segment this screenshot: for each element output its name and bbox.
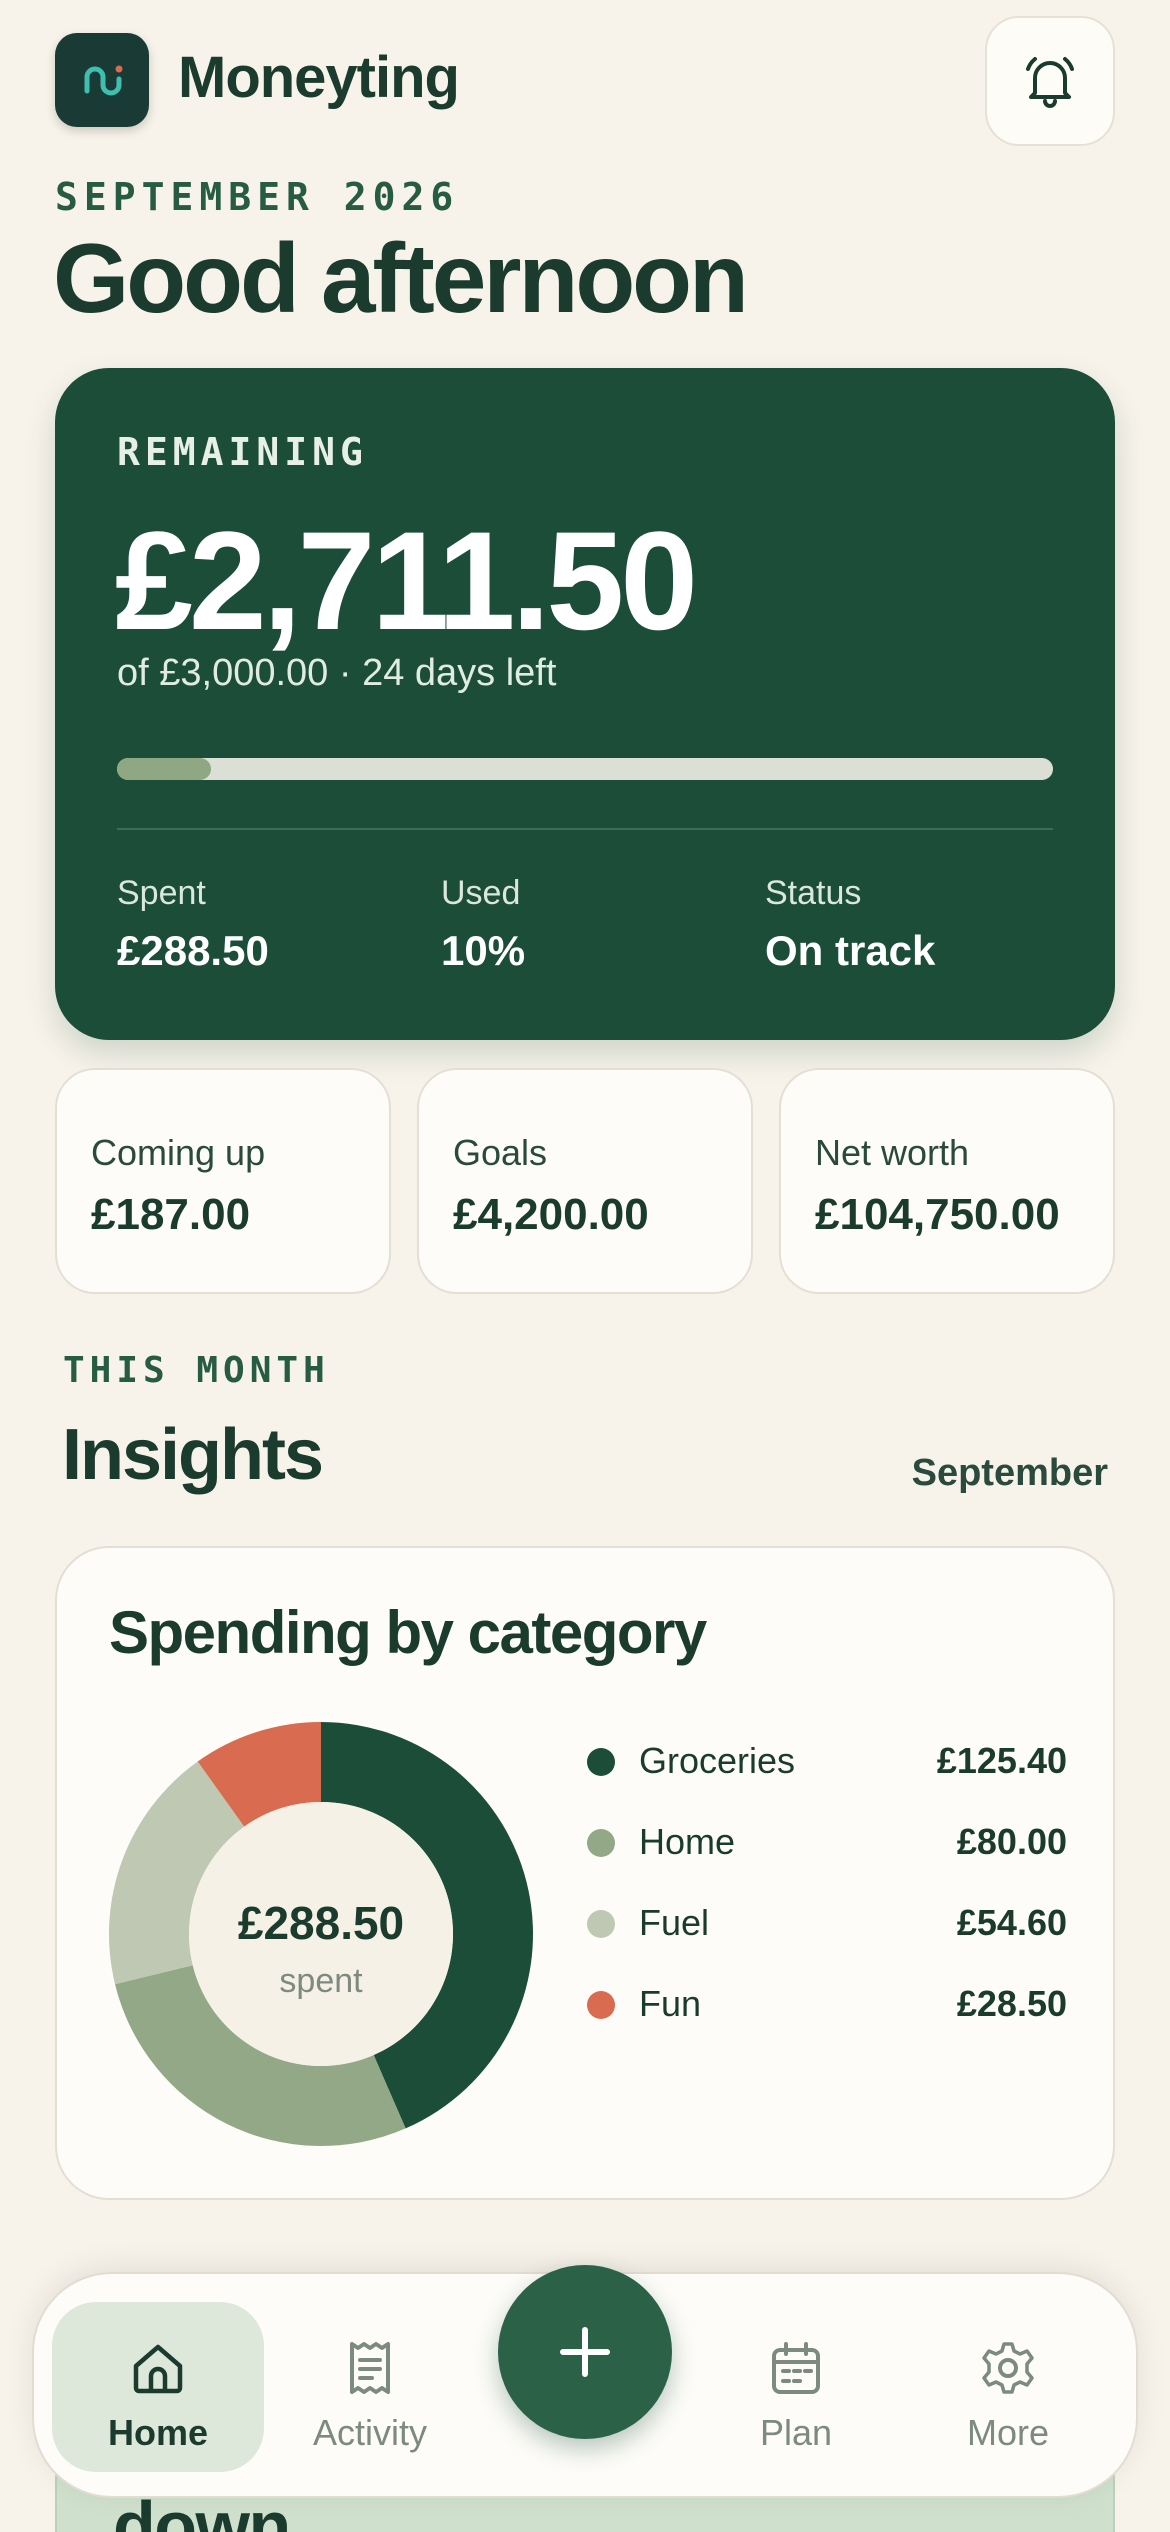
tab-plan[interactable]: Plan: [690, 2302, 902, 2472]
legend-amount: £28.50: [956, 1983, 1067, 2024]
budget-progress-bar: [117, 758, 1053, 780]
remaining-label: REMAINING: [117, 430, 368, 474]
tab-label: Plan: [759, 2412, 833, 2453]
goals-card[interactable]: Goals £4,200.00: [417, 1068, 753, 1294]
legend-dot: [587, 1748, 615, 1776]
legend-amount: £54.60: [956, 1902, 1067, 1943]
spending-by-category-card[interactable]: Spending by category £288.50 spent Groce…: [55, 1546, 1115, 2200]
legend-item-fuel[interactable]: Fuel £54.60: [587, 1888, 1067, 1969]
greeting-title: Good afternoon: [53, 223, 749, 333]
tab-home[interactable]: Home: [52, 2302, 264, 2472]
card-label: Net worth: [815, 1132, 970, 1173]
month-label: SEPTEMBER 2026: [55, 175, 460, 219]
app-title: Moneyting: [178, 45, 460, 110]
legend-item-groceries[interactable]: Groceries £125.40: [587, 1726, 1067, 1807]
card-title: Spending by category: [109, 1599, 707, 1666]
plus-icon: [560, 2327, 610, 2377]
card-value: £4,200.00: [453, 1190, 649, 1239]
legend-name: Home: [639, 1821, 736, 1862]
stat-status: Status On track: [765, 874, 935, 975]
donut-center-amount: £288.50: [237, 1897, 405, 1949]
receipt-icon: [350, 2342, 390, 2394]
donut-center-label: spent: [279, 1962, 363, 2000]
legend-amount: £125.40: [936, 1740, 1067, 1781]
stat-label: Status: [765, 874, 862, 912]
app-logo: [55, 33, 149, 127]
tab-more[interactable]: More: [902, 2302, 1114, 2472]
legend-name: Groceries: [639, 1740, 796, 1781]
budget-progress-fill: [117, 758, 211, 780]
bell-icon: [1026, 57, 1074, 108]
card-label: Goals: [453, 1132, 548, 1173]
net-worth-card[interactable]: Net worth £104,750.00: [779, 1068, 1115, 1294]
stat-value: £288.50: [117, 927, 269, 974]
card-value: £187.00: [91, 1190, 251, 1239]
donut-center: £288.50 spent: [107, 1720, 535, 2148]
stat-label: Spent: [117, 874, 206, 912]
legend-item-fun[interactable]: Fun £28.50: [587, 1969, 1067, 2050]
tab-label: More: [966, 2412, 1050, 2453]
legend-dot: [587, 1829, 615, 1857]
gear-icon: [982, 2342, 1034, 2394]
legend-name: Fun: [639, 1983, 702, 2024]
app-header: Moneyting: [0, 0, 1170, 160]
legend-item-home[interactable]: Home £80.00: [587, 1807, 1067, 1888]
tab-label: Activity: [312, 2412, 427, 2453]
card-label: Coming up: [91, 1132, 266, 1173]
legend-dot: [587, 1910, 615, 1938]
budget-subtitle: of £3,000.00 · 24 days left: [117, 652, 557, 694]
card-value: £104,750.00: [815, 1190, 1060, 1239]
stat-spent: Spent £288.50: [117, 874, 269, 975]
remaining-amount: £2,711.50: [115, 502, 698, 659]
calendar-icon: [772, 2342, 820, 2394]
add-transaction-button[interactable]: [498, 2265, 672, 2439]
legend-name: Fuel: [639, 1902, 710, 1943]
logo-glyph-icon: [84, 65, 123, 96]
notifications-button[interactable]: [985, 16, 1115, 146]
insights-period-link[interactable]: September: [912, 1452, 1108, 1495]
tab-label: Home: [107, 2412, 209, 2453]
stat-used: Used 10%: [441, 874, 525, 975]
home-icon: [133, 2344, 183, 2394]
stat-value: On track: [765, 927, 936, 974]
legend-amount: £80.00: [956, 1821, 1067, 1862]
insights-eyebrow: THIS MONTH: [63, 1350, 330, 1391]
insights-title: Insights: [62, 1415, 324, 1495]
stat-value: 10%: [441, 927, 526, 974]
stat-label: Used: [441, 874, 521, 912]
legend-dot: [587, 1991, 615, 2019]
coming-up-card[interactable]: Coming up £187.00: [55, 1068, 391, 1294]
tab-activity[interactable]: Activity: [264, 2302, 476, 2472]
remaining-budget-card[interactable]: REMAINING £2,711.50 of £3,000.00 · 24 da…: [55, 368, 1115, 1040]
category-legend: Groceries £125.40 Home £80.00 Fuel £54.6…: [587, 1726, 1067, 2050]
hero-divider: [117, 828, 1053, 830]
